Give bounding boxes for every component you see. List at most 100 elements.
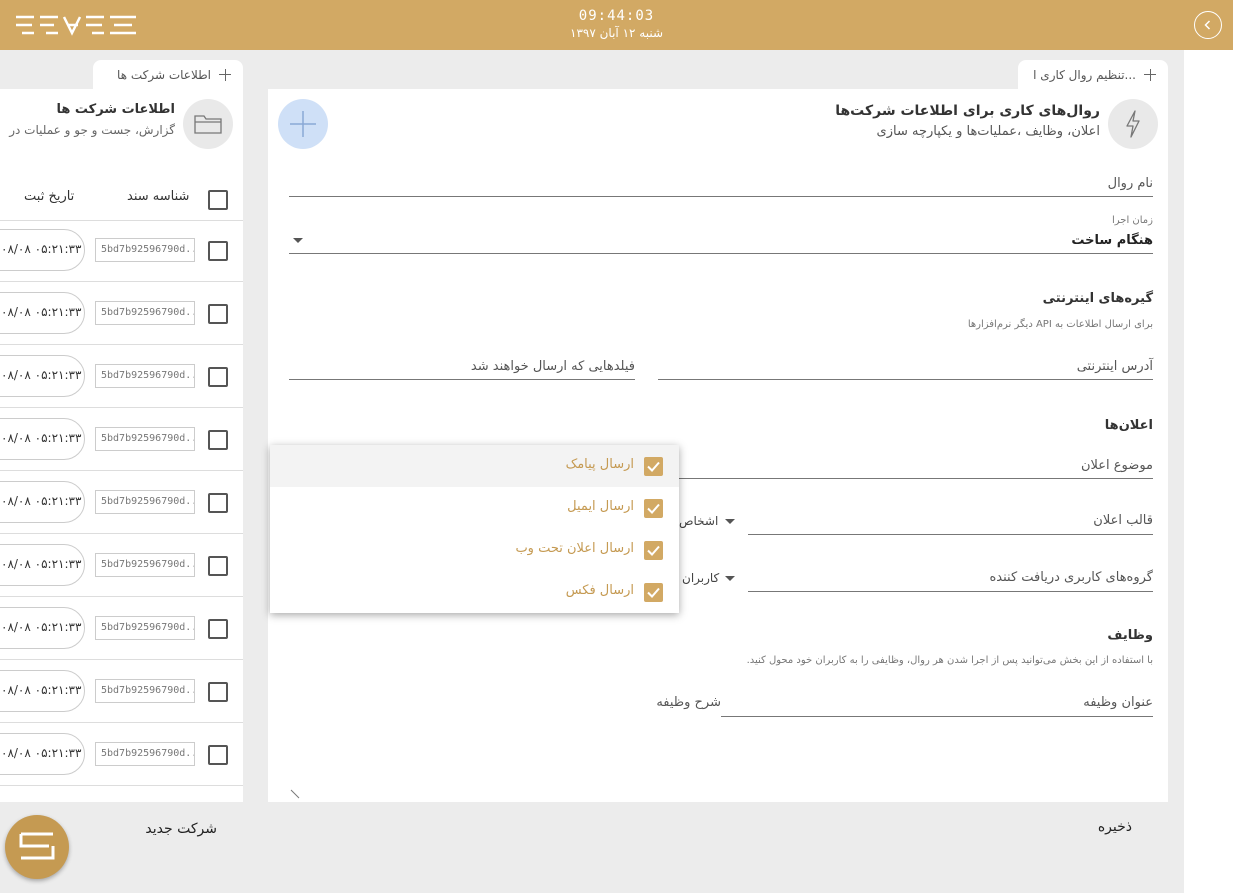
- persons-label: اشخاص: [679, 514, 719, 528]
- table-row[interactable]: ۰۸/۰۸ ۰۵:۲۱:۳۳ 5bd7b92596790d...: [0, 408, 243, 471]
- row-checkbox[interactable]: [208, 745, 228, 765]
- notification-type-dropdown: ارسال پیامک ارسال ایمیل ارسال اعلان تحت …: [270, 445, 679, 613]
- table-row[interactable]: ۰۸/۰۸ ۰۵:۲۱:۳۳ 5bd7b92596790d...: [0, 597, 243, 660]
- chevron-down-icon: [725, 576, 735, 581]
- plus-icon: [290, 111, 316, 137]
- table-row[interactable]: ۰۸/۰۸ ۰۵:۲۱:۳۳ 5bd7b92596790d...: [0, 660, 243, 723]
- persons-select[interactable]: اشخاص: [679, 514, 718, 528]
- webhooks-title: گیره‌های اینترنتی: [1042, 291, 1153, 306]
- checkbox-checked[interactable]: [644, 457, 663, 476]
- date-chip: ۰۸/۰۸ ۰۵:۲۱:۳۳: [0, 544, 85, 586]
- panel-icon: [183, 99, 233, 149]
- plus-icon: [1144, 69, 1156, 81]
- recipient-groups-field[interactable]: گروه‌های کاربری دریافت کننده: [748, 564, 1153, 592]
- date-chip: ۰۸/۰۸ ۰۵:۲۱:۳۳: [0, 607, 85, 649]
- doc-id-cell[interactable]: 5bd7b92596790d...: [95, 616, 195, 640]
- check-icon: [647, 545, 660, 556]
- table-row[interactable]: ۰۸/۰۸ ۰۵:۲۱:۳۳ 5bd7b92596790d...: [0, 471, 243, 534]
- dropdown-item[interactable]: ارسال ایمیل: [270, 487, 679, 529]
- column-date[interactable]: تاریخ ثبت: [24, 189, 74, 204]
- table-row[interactable]: ۰۸/۰۸ ۰۵:۲۱:۳۳ 5bd7b92596790d...: [0, 282, 243, 345]
- notifications-title: اعلان‌ها: [1104, 418, 1153, 433]
- add-button[interactable]: [278, 99, 328, 149]
- back-button[interactable]: [1194, 11, 1222, 39]
- fields-to-send-field[interactable]: فیلدهایی که ارسال خواهند شد: [289, 353, 635, 380]
- doc-id-cell[interactable]: 5bd7b92596790d...: [95, 742, 195, 766]
- panel-subtitle: گزارش، جست و جو و عملیات در: [9, 123, 175, 137]
- date-chip: ۰۸/۰۸ ۰۵:۲۱:۳۳: [0, 481, 85, 523]
- new-company-button[interactable]: شرکت جدید: [145, 821, 217, 837]
- panel-title: روال‌های کاری برای اطلاعات شرکت‌ها: [835, 103, 1100, 119]
- users-select[interactable]: کاربران: [682, 571, 719, 585]
- checkbox-checked[interactable]: [644, 499, 663, 518]
- fields-to-send-placeholder: فیلدهایی که ارسال خواهند شد: [470, 359, 635, 374]
- doc-id-cell[interactable]: 5bd7b92596790d...: [95, 301, 195, 325]
- chevron-left-icon: [1204, 20, 1211, 30]
- run-time-value: هنگام ساخت: [1071, 233, 1153, 248]
- notification-subject-field[interactable]: موضوع اعلان: [679, 451, 1153, 479]
- tab-label: تنظیم روال کاری ا...: [1033, 68, 1136, 82]
- clock: 09:44:03 شنبه ۱۲ آبان ۱۳۹۷: [0, 7, 1233, 41]
- check-icon: [647, 587, 660, 598]
- date-chip: ۰۸/۰۸ ۰۵:۲۱:۳۳: [0, 292, 85, 334]
- row-checkbox[interactable]: [208, 430, 228, 450]
- tab-routine-settings[interactable]: تنظیم روال کاری ا...: [1018, 60, 1168, 90]
- save-button[interactable]: ذخیره: [1098, 819, 1132, 835]
- column-doc-id[interactable]: شناسه سند: [127, 189, 189, 204]
- clock-time: 09:44:03: [578, 8, 655, 24]
- table-row[interactable]: ۰۸/۰۸ ۰۵:۲۱:۳۳ 5bd7b92596790d...: [0, 723, 243, 786]
- table-header: شناسه سند تاریخ ثبت: [0, 175, 243, 221]
- lightning-icon: [1126, 110, 1140, 138]
- date-chip: ۰۸/۰۸ ۰۵:۲۱:۳۳: [0, 670, 85, 712]
- notification-subject-placeholder: موضوع اعلان: [1081, 458, 1153, 473]
- table-row[interactable]: ۰۸/۰۸ ۰۵:۲۱:۳۳ 5bd7b92596790d...: [0, 219, 243, 282]
- tab-company-info[interactable]: اطلاعات شرکت ها: [93, 60, 243, 90]
- doc-id-cell[interactable]: 5bd7b92596790d...: [95, 238, 195, 262]
- doc-id-cell[interactable]: 5bd7b92596790d...: [95, 490, 195, 514]
- brand-fab-button[interactable]: [5, 815, 69, 879]
- task-description-field[interactable]: شرح وظیفه: [289, 689, 721, 717]
- row-checkbox[interactable]: [208, 241, 228, 261]
- checkbox-checked[interactable]: [644, 583, 663, 602]
- resize-handle-icon[interactable]: [290, 789, 300, 799]
- doc-id-cell[interactable]: 5bd7b92596790d...: [95, 553, 195, 577]
- doc-id-cell[interactable]: 5bd7b92596790d...: [95, 364, 195, 388]
- folder-icon: [194, 115, 222, 134]
- doc-id-cell[interactable]: 5bd7b92596790d...: [95, 427, 195, 451]
- brand-logo-icon: [19, 832, 55, 860]
- right-gutter: [1184, 50, 1233, 893]
- row-checkbox[interactable]: [208, 682, 228, 702]
- chevron-down-icon: [293, 238, 303, 243]
- web-address-field[interactable]: آدرس اینترنتی: [658, 353, 1153, 380]
- row-checkbox[interactable]: [208, 493, 228, 513]
- row-checkbox[interactable]: [208, 367, 228, 387]
- routine-name-placeholder: نام روال: [1107, 176, 1153, 191]
- table-row[interactable]: ۰۸/۰۸ ۰۵:۲۱:۳۳ 5bd7b92596790d...: [0, 534, 243, 597]
- panel-title: اطلاعات شرکت ها: [56, 102, 175, 117]
- doc-id-cell[interactable]: 5bd7b92596790d...: [95, 679, 195, 703]
- checkbox-checked[interactable]: [644, 541, 663, 560]
- date-chip: ۰۸/۰۸ ۰۵:۲۱:۳۳: [0, 733, 85, 775]
- users-label: کاربران: [682, 571, 720, 585]
- task-title-field[interactable]: عنوان وظیفه: [721, 689, 1153, 717]
- notification-template-field[interactable]: قالب اعلان: [748, 507, 1153, 535]
- panel-footer: ذخیره: [268, 802, 1168, 853]
- dropdown-item-label: ارسال فکس: [565, 583, 634, 598]
- top-bar: 09:44:03 شنبه ۱۲ آبان ۱۳۹۷: [0, 0, 1233, 50]
- dropdown-item[interactable]: ارسال پیامک: [270, 445, 679, 487]
- tasks-description: با استفاده از این بخش می‌توانید پس از اج…: [746, 655, 1153, 666]
- select-all-checkbox[interactable]: [208, 190, 228, 210]
- dropdown-item[interactable]: ارسال فکس: [270, 571, 679, 613]
- routine-name-field[interactable]: نام روال: [289, 169, 1153, 197]
- table-row[interactable]: ۰۸/۰۸ ۰۵:۲۱:۳۳ 5bd7b92596790d...: [0, 345, 243, 408]
- run-time-label: زمان اجرا: [1111, 215, 1153, 226]
- row-checkbox[interactable]: [208, 304, 228, 324]
- row-checkbox[interactable]: [208, 556, 228, 576]
- dropdown-item[interactable]: ارسال اعلان تحت وب: [270, 529, 679, 571]
- run-time-select[interactable]: زمان اجرا هنگام ساخت: [289, 215, 1153, 254]
- date-chip: ۰۸/۰۸ ۰۵:۲۱:۳۳: [0, 355, 85, 397]
- row-checkbox[interactable]: [208, 619, 228, 639]
- notification-template-placeholder: قالب اعلان: [1093, 513, 1153, 528]
- recipient-groups-placeholder: گروه‌های کاربری دریافت کننده: [989, 570, 1153, 585]
- tab-label: اطلاعات شرکت ها: [117, 68, 211, 82]
